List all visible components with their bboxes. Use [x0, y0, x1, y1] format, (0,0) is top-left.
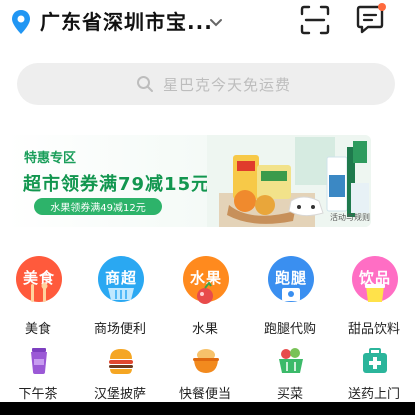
- drink-icon: 饮品: [352, 256, 398, 302]
- category-row-primary: 美食 美食 商超 商场便利 水果 水果 跑腿 跑腿代购 饮品 甜品饮料: [0, 256, 415, 337]
- search-input[interactable]: 星巴克今天免运费: [17, 63, 395, 105]
- category-label: 快餐便当: [178, 387, 231, 402]
- category-label: 汉堡披萨: [93, 387, 146, 402]
- cup-icon: [24, 346, 54, 376]
- search-icon: [136, 75, 154, 93]
- medicine-box-icon: [360, 346, 390, 376]
- category-label: 美食: [24, 322, 51, 337]
- category-kuaican[interactable]: 快餐便当: [165, 346, 245, 402]
- category-xiawucha[interactable]: 下午茶: [0, 346, 78, 402]
- category-meishi[interactable]: 美食 美食: [0, 256, 78, 337]
- banner-rule-link[interactable]: 活动与规则: [330, 212, 370, 223]
- location-pin-icon[interactable]: [11, 9, 31, 35]
- category-label: 买菜: [276, 387, 303, 402]
- category-label: 商场便利: [93, 322, 146, 337]
- banner-subtitle-pill: 水果领券满49减12元: [34, 198, 162, 215]
- banner-tag: 特惠专区: [24, 151, 77, 166]
- burger-icon: [106, 346, 136, 376]
- banner-title: 超市领券满79减15元: [23, 174, 211, 195]
- category-label: 跑腿代购: [263, 322, 316, 337]
- basket-icon: 商超: [98, 256, 144, 302]
- category-row-secondary: 下午茶 汉堡披萨 快餐便当 买菜 送药上门: [0, 346, 415, 402]
- category-hanbao[interactable]: 汉堡披萨: [80, 346, 160, 402]
- category-label: 下午茶: [18, 387, 58, 402]
- category-shuiguo[interactable]: 水果 水果: [165, 256, 245, 337]
- chevron-down-icon[interactable]: [209, 13, 223, 27]
- category-label: 送药上门: [347, 387, 400, 402]
- courier-icon: 跑腿: [268, 256, 314, 302]
- search-placeholder: 星巴克今天免运费: [163, 76, 292, 94]
- category-songyao[interactable]: 送药上门: [334, 346, 414, 402]
- notification-dot: [378, 3, 386, 11]
- vegetable-basket-icon: [276, 346, 306, 376]
- category-label: 水果: [191, 322, 218, 337]
- category-paotui[interactable]: 跑腿 跑腿代购: [250, 256, 330, 337]
- category-yinpin[interactable]: 饮品 甜品饮料: [334, 256, 414, 337]
- category-shangchao[interactable]: 商超 商场便利: [80, 256, 160, 337]
- lychee-icon: 水果: [183, 256, 229, 304]
- category-label: 甜品饮料: [347, 322, 400, 337]
- category-maicai[interactable]: 买菜: [250, 346, 330, 402]
- bottom-edge: [0, 402, 415, 415]
- location-text[interactable]: 广东省深圳市宝...: [40, 6, 213, 35]
- message-icon[interactable]: [353, 3, 387, 37]
- top-bar: 广东省深圳市宝...: [0, 0, 415, 48]
- fork-spoon-icon: 美食: [16, 256, 62, 302]
- scan-icon[interactable]: [300, 5, 330, 35]
- banner-subtitle: 水果领券满49减12元: [50, 203, 146, 214]
- promo-banner[interactable]: 特惠专区 超市领券满79减15元 水果领券满49减12元 活动与规则: [7, 135, 371, 227]
- bento-icon: [191, 346, 221, 376]
